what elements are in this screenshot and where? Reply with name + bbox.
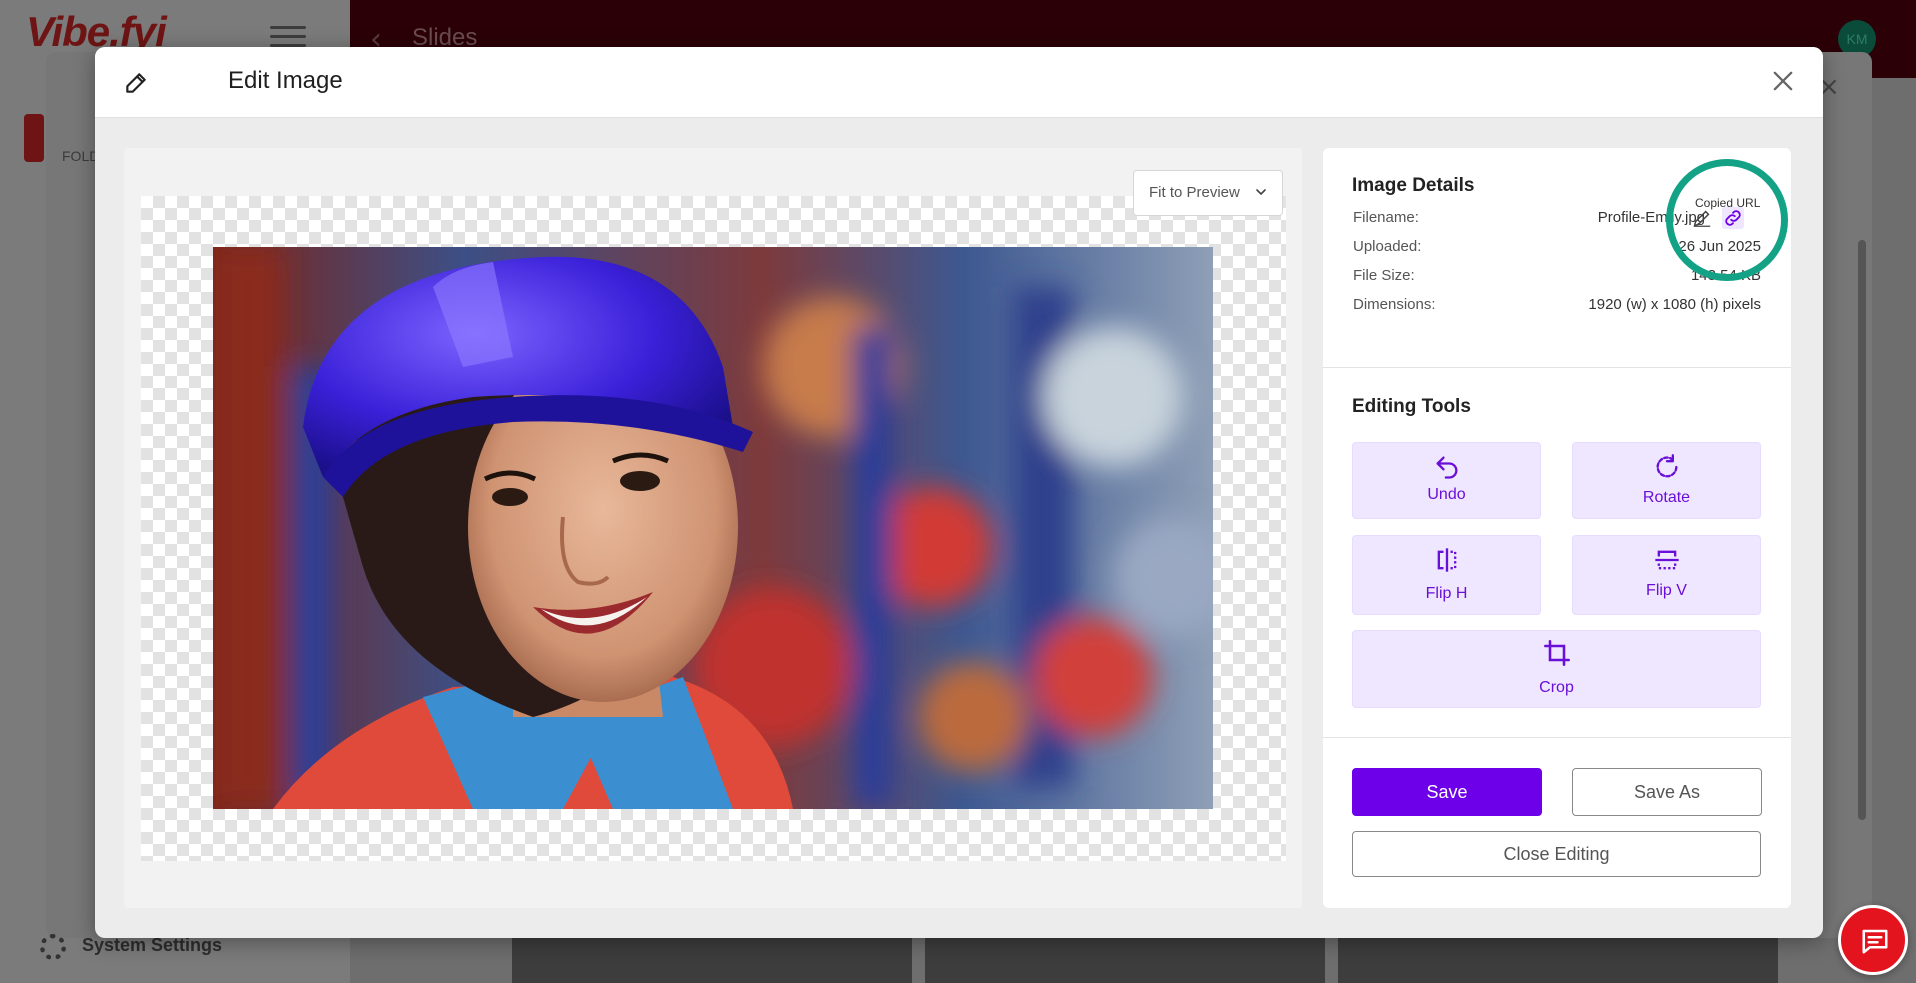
close-icon[interactable] bbox=[1769, 67, 1797, 95]
rotate-label: Rotate bbox=[1642, 489, 1691, 506]
crop-icon bbox=[1543, 640, 1570, 666]
file-size-value: 143.54 KB bbox=[1690, 267, 1761, 284]
chat-support-button[interactable] bbox=[1838, 905, 1908, 975]
rotate-icon bbox=[1656, 454, 1677, 478]
flip-vertical-icon bbox=[1654, 550, 1679, 570]
divider bbox=[1323, 367, 1791, 368]
bg-system-settings: System Settings bbox=[82, 935, 223, 955]
copy-url-button[interactable] bbox=[1722, 207, 1744, 229]
fit-to-preview-dropdown[interactable]: Fit to Preview bbox=[1133, 170, 1283, 216]
flip-v-button[interactable]: Flip V bbox=[1572, 535, 1761, 615]
copied-url-tooltip: Copied URL bbox=[1695, 196, 1761, 210]
uploaded-value: 26 Jun 2025 bbox=[1678, 238, 1761, 255]
bg-thumbnail bbox=[1338, 938, 1778, 983]
uploaded-label: Uploaded: bbox=[1353, 238, 1422, 255]
bg-scrollbar bbox=[1858, 240, 1866, 820]
save-as-button[interactable]: Save As bbox=[1572, 768, 1762, 816]
preview-image bbox=[213, 247, 1213, 809]
editing-tools-title: Editing Tools bbox=[1352, 396, 1471, 417]
bg-thumbnail bbox=[925, 938, 1325, 983]
modal-header: Edit Image bbox=[95, 47, 1823, 118]
edit-icon bbox=[126, 73, 146, 93]
close-editing-button[interactable]: Close Editing bbox=[1352, 831, 1761, 877]
flip-horizontal-icon bbox=[1437, 548, 1456, 572]
dimensions-label: Dimensions: bbox=[1353, 296, 1436, 313]
chevron-down-icon bbox=[1256, 189, 1266, 196]
image-preview-panel: Fit to Preview bbox=[124, 148, 1302, 908]
save-button[interactable]: Save bbox=[1352, 768, 1542, 816]
undo-label: Undo bbox=[1427, 486, 1466, 503]
menu-collapse-icon bbox=[270, 26, 306, 48]
undo-button[interactable]: Undo bbox=[1352, 442, 1541, 519]
divider bbox=[1323, 737, 1791, 738]
chat-icon bbox=[1862, 929, 1888, 954]
dimensions-value: 1920 (w) x 1080 (h) pixels bbox=[1588, 296, 1761, 313]
pencil-icon bbox=[1693, 210, 1711, 227]
link-icon bbox=[1725, 210, 1741, 226]
edit-filename-button[interactable] bbox=[1691, 207, 1713, 229]
file-size-label: File Size: bbox=[1353, 267, 1415, 284]
side-panel: Image Details Filename: Profile-Emily.jp… bbox=[1323, 148, 1791, 908]
modal-title: Edit Image bbox=[228, 67, 343, 94]
flip-h-label: Flip H bbox=[1425, 585, 1468, 602]
bg-active-tag bbox=[24, 114, 44, 162]
bg-thumbnail bbox=[512, 938, 912, 983]
flip-v-label: Flip V bbox=[1646, 582, 1687, 599]
flip-h-button[interactable]: Flip H bbox=[1352, 535, 1541, 615]
rotate-button[interactable]: Rotate bbox=[1572, 442, 1761, 519]
filename-value: Profile-Emily.jpg bbox=[1597, 209, 1705, 226]
fit-option-label: Fit to Preview bbox=[1149, 184, 1240, 201]
image-details-title: Image Details bbox=[1352, 175, 1475, 196]
portrait-photo bbox=[213, 247, 1213, 809]
undo-icon bbox=[1436, 456, 1457, 479]
crop-label: Crop bbox=[1539, 679, 1574, 696]
bg-folder-label: FOLD bbox=[62, 148, 100, 164]
filename-label: Filename: bbox=[1353, 209, 1419, 226]
gear-icon bbox=[40, 934, 66, 960]
edit-image-modal: Edit Image Fit to Preview Image Details … bbox=[95, 47, 1823, 938]
crop-button[interactable]: Crop bbox=[1352, 630, 1761, 708]
